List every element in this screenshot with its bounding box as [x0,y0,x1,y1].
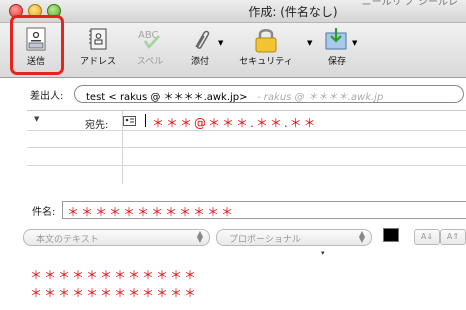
address-label: アドレス [79,57,116,67]
toolbar: 送信 アドレス ABC スペル 添付 ▼ セキュリティ ▼ 保存 ▼ [0,23,466,78]
save-icon [320,27,354,51]
increase-font-size-button[interactable]: A⇑ [440,229,466,245]
updown-arrows-icon: ▲ ▼ [358,229,365,244]
address-row-divider [27,165,466,166]
from-alt-value: - rakus @ ＊＊＊＊.awk.jp [257,92,384,103]
subject-label: 件名: [32,207,56,218]
attach-button[interactable]: 添付 [185,27,215,67]
send-button-highlight [10,15,64,75]
address-book-icon [76,27,120,51]
security-label: セキュリティ [239,57,293,67]
subject-value: ＊＊＊＊＊＊＊＊＊＊＊＊ [67,205,236,219]
attach-label: 添付 [190,57,209,67]
save-dropdown-icon[interactable]: ▼ [352,39,357,47]
from-row: 差出人: test < rakus @ ＊＊＊＊.awk.jp> - rakus… [0,83,466,105]
subject-input[interactable]: ＊＊＊＊＊＊＊＊＊＊＊＊ [62,201,466,219]
title-bar: ニールリ ノ シールレ 作成: (件名なし) [0,0,466,23]
from-select[interactable]: test < rakus @ ＊＊＊＊.awk.jp> - rakus @ ＊＊… [74,85,464,103]
security-button[interactable]: セキュリティ [236,27,296,67]
address-card-icon [123,116,136,126]
font-select[interactable]: プロポーショナル ▲ ▼ [216,229,372,246]
paragraph-style-select[interactable]: 本文のテキスト ▲ ▼ [23,229,210,246]
spelling-label: スペル [136,57,164,67]
from-label: 差出人: [30,91,64,102]
from-value: test < rakus @ ＊＊＊＊.awk.jp> [86,92,248,103]
security-dropdown-icon[interactable]: ▼ [307,39,312,47]
subject-row: 件名: ＊＊＊＊＊＊＊＊＊＊＊＊ [0,200,466,219]
spelling-button[interactable]: ABC スペル [132,27,168,67]
address-row-divider [27,147,466,148]
window-title: 作成: (件名なし) [248,5,338,19]
address-button[interactable]: アドレス [76,27,120,67]
save-button[interactable]: 保存 [320,27,354,67]
address-list[interactable]: ▼ 宛先: ＊＊＊@＊＊＊.＊＊.＊＊ [27,110,466,184]
attach-dropdown-icon[interactable]: ▼ [218,39,223,47]
body-line: ＊＊＊＊＊＊＊＊＊＊＊＊ [30,268,199,282]
paragraph-style-value: 本文のテキスト [36,235,99,245]
font-value: プロポーショナル [229,235,301,245]
save-label: 保存 [327,57,346,67]
updown-arrows-icon: ▲ ▼ [196,229,203,244]
address-type-disclosure-icon[interactable]: ▼ [34,115,39,123]
message-body[interactable]: ＊＊＊＊＊＊＊＊＊＊＊＊ ＊＊＊＊＊＊＊＊＊＊＊＊ [0,252,466,310]
text-cursor [145,114,146,127]
paperclip-icon [185,27,215,51]
lock-icon [236,27,296,53]
spelling-icon: ABC [132,27,168,51]
decrease-font-size-button[interactable]: A⇓ [414,229,440,245]
body-line: ＊＊＊＊＊＊＊＊＊＊＊＊ [30,286,199,300]
to-input[interactable]: ＊＊＊@＊＊＊.＊＊.＊＊ [152,114,318,131]
to-label[interactable]: 宛先: [85,116,108,131]
text-color-swatch[interactable] [383,228,399,242]
